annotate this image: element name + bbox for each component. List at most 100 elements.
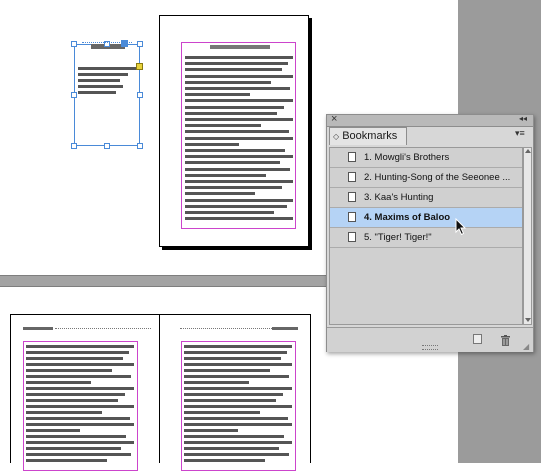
text-line <box>184 453 289 456</box>
page-icon <box>348 172 356 182</box>
text-line <box>26 453 131 456</box>
text-line <box>184 411 260 414</box>
text-line <box>185 173 266 177</box>
text-line <box>26 405 134 408</box>
text-line <box>185 186 282 190</box>
text-line <box>184 363 292 366</box>
bookmark-label: 5. "Tiger! Tiger!" <box>364 232 432 243</box>
resize-handle[interactable] <box>104 143 110 149</box>
resize-handle[interactable] <box>71 143 77 149</box>
document-page-3[interactable] <box>159 314 311 471</box>
document-page-2[interactable] <box>10 314 160 471</box>
text-line <box>185 62 288 66</box>
resize-handle[interactable] <box>71 41 77 47</box>
text-line <box>26 441 134 444</box>
text-line <box>26 387 134 390</box>
panel-titlebar[interactable]: × ◂◂ <box>327 113 533 127</box>
text-line <box>185 204 287 208</box>
vertical-scrollbar[interactable] <box>523 147 532 325</box>
text-line <box>185 99 293 103</box>
frame-text-line <box>78 73 128 76</box>
text-line <box>184 423 292 426</box>
panel-bottom-grip[interactable] <box>422 345 438 350</box>
close-icon[interactable]: × <box>331 113 337 125</box>
text-line <box>185 149 285 152</box>
text-line <box>185 87 290 90</box>
text-line <box>184 345 292 348</box>
bookmarks-panel[interactable]: × ◂◂ ◇ Bookmarks ▾≡ 1. Mowgli's Brothers… <box>326 113 534 352</box>
page-icon <box>348 212 356 222</box>
frame-text-line <box>78 79 120 82</box>
new-bookmark-icon[interactable] <box>473 334 482 344</box>
trash-icon[interactable] <box>501 333 510 346</box>
bookmark-row[interactable]: 1. Mowgli's Brothers <box>330 148 522 168</box>
selected-text-frame[interactable] <box>74 44 140 146</box>
text-line <box>184 381 249 384</box>
scroll-up-arrow-icon[interactable] <box>525 149 531 153</box>
page-icon <box>348 192 356 202</box>
bookmark-row[interactable]: 3. Kaa's Hunting <box>330 188 522 208</box>
bookmark-row[interactable]: 2. Hunting-Song of the Seeonee ... <box>330 168 522 188</box>
text-line <box>184 387 292 390</box>
page-title-bar <box>210 45 270 49</box>
text-line <box>185 118 293 121</box>
page-icon <box>348 152 356 162</box>
text-line <box>185 130 289 134</box>
text-line <box>184 399 276 402</box>
scroll-down-arrow-icon[interactable] <box>525 318 531 322</box>
text-line <box>26 363 134 366</box>
text-line <box>184 375 289 378</box>
tab-bookmarks[interactable]: ◇ Bookmarks <box>329 127 407 145</box>
resize-handle[interactable] <box>137 143 143 149</box>
mouse-cursor-icon <box>455 217 467 236</box>
text-line <box>185 136 293 140</box>
running-header-bar <box>23 327 53 330</box>
text-line <box>185 111 277 115</box>
bookmark-row-selected[interactable]: 4. Maxims of Baloo <box>330 208 522 228</box>
bookmark-row[interactable]: 5. "Tiger! Tiger!" <box>330 228 522 248</box>
resize-handle[interactable] <box>137 92 143 98</box>
text-line <box>184 417 288 420</box>
text-line <box>185 142 239 146</box>
resize-grip-icon[interactable]: ◢ <box>523 342 529 351</box>
text-line <box>26 417 130 420</box>
bookmarks-list[interactable]: 1. Mowgli's Brothers 2. Hunting-Song of … <box>329 147 523 325</box>
text-line <box>26 393 125 396</box>
text-line <box>26 429 80 432</box>
frame-edge-dots <box>82 42 132 43</box>
text-line <box>185 105 284 109</box>
text-line <box>26 351 129 354</box>
text-line <box>26 459 107 462</box>
resize-handle[interactable] <box>137 41 143 47</box>
document-page-1[interactable] <box>159 15 309 247</box>
text-line <box>184 435 284 438</box>
text-line <box>185 192 255 196</box>
bookmark-label: 2. Hunting-Song of the Seeonee ... <box>364 172 511 183</box>
text-line <box>26 423 134 426</box>
frame-text-line <box>78 67 136 70</box>
text-line <box>26 345 134 348</box>
text-line <box>26 375 131 378</box>
text-line <box>185 198 293 202</box>
text-line <box>184 429 238 432</box>
text-line <box>185 80 271 84</box>
text-line <box>185 56 293 59</box>
text-line <box>184 357 281 360</box>
text-line <box>184 393 283 396</box>
panel-menu-icon[interactable]: ▾≡ <box>515 128 525 139</box>
bookmark-label: 4. Maxims of Baloo <box>364 212 451 223</box>
text-line <box>26 399 118 402</box>
frame-text-line <box>78 91 116 94</box>
text-line <box>185 155 293 159</box>
collapse-icon[interactable]: ◂◂ <box>519 114 527 123</box>
text-line <box>185 180 293 183</box>
text-line <box>26 435 126 438</box>
resize-handle[interactable] <box>71 92 77 98</box>
text-line <box>26 357 123 360</box>
text-line <box>185 211 274 214</box>
header-dotted-rule <box>180 328 272 329</box>
overset-text-icon[interactable] <box>136 63 143 70</box>
text-line <box>185 93 250 97</box>
text-line <box>26 447 121 450</box>
running-header-bar <box>272 327 298 330</box>
